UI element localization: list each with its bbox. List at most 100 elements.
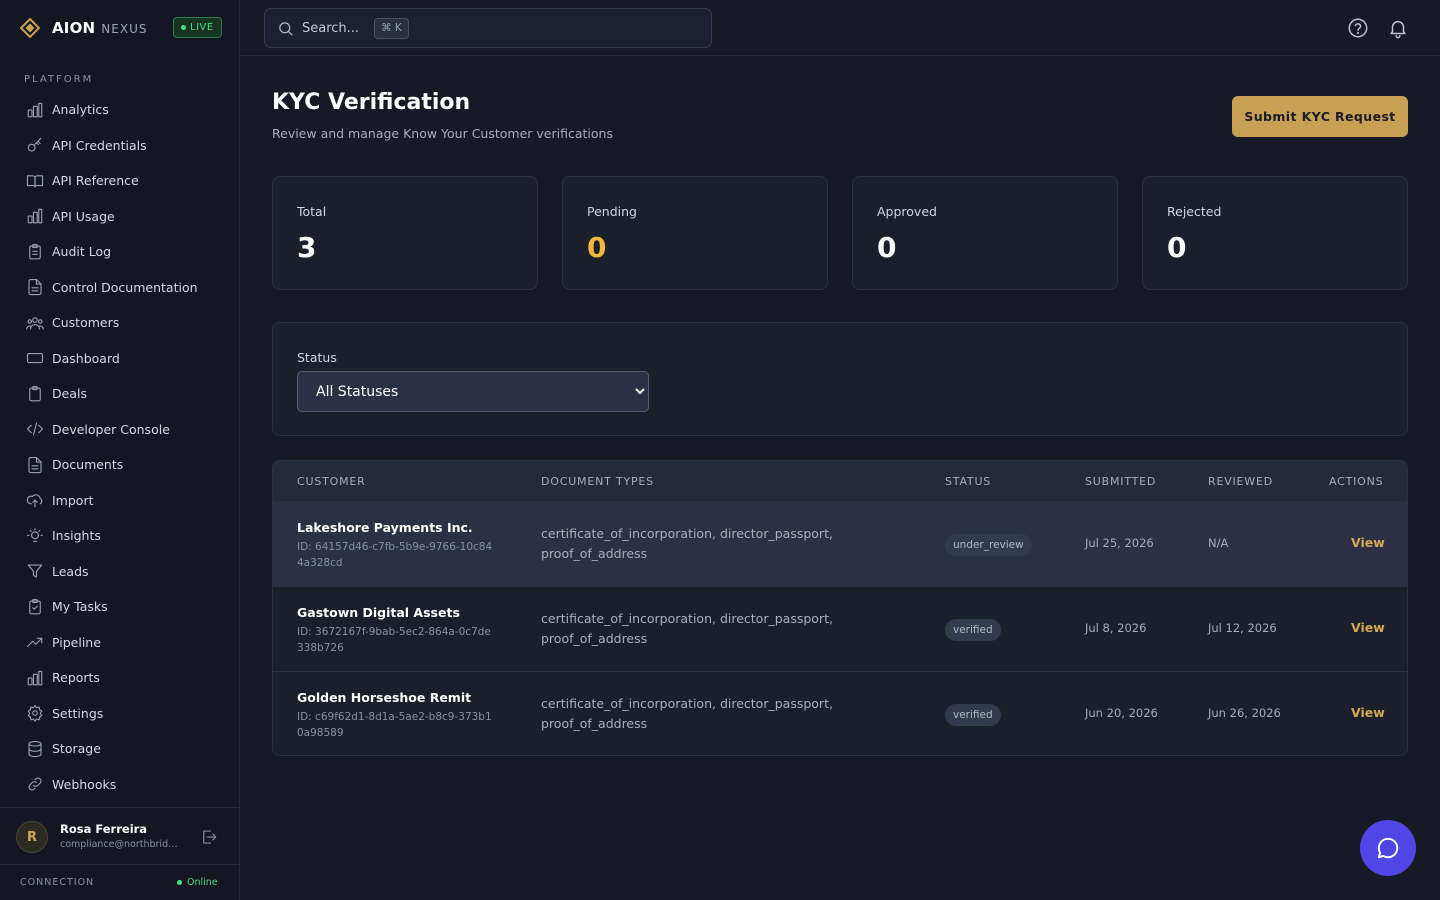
link-icon: [28, 777, 42, 791]
reviewed-date: Jul 12, 2026: [1208, 621, 1277, 635]
stat-card-rejected: Rejected 0: [1142, 176, 1408, 290]
column-header-actions: ACTIONS: [1329, 475, 1384, 488]
kyc-table: CUSTOMER DOCUMENT TYPES STATUS SUBMITTED…: [272, 460, 1408, 756]
sidebar-item-webhooks[interactable]: Webhooks: [16, 767, 224, 803]
stat-label: Pending: [587, 204, 637, 219]
status-dot-icon: [177, 880, 182, 885]
avatar[interactable]: R: [16, 821, 48, 853]
sidebar-item-dashboard[interactable]: Dashboard: [16, 341, 224, 377]
connection-status: Online: [177, 877, 218, 888]
clipboard-list-icon: [29, 243, 41, 260]
stat-card-total: Total 3: [272, 176, 538, 290]
sidebar-item-pipeline[interactable]: Pipeline: [16, 625, 224, 661]
search-icon: [279, 21, 293, 36]
view-link[interactable]: View: [1351, 705, 1385, 720]
live-dot-icon: [181, 25, 186, 30]
customer-id: ID: 64157d46-c7fb-5b9e-9766-10c844a328cd: [297, 541, 493, 569]
file-text-icon: [28, 456, 42, 473]
sidebar-item-api-reference[interactable]: API Reference: [16, 163, 224, 199]
bar-chart-icon: [27, 102, 43, 118]
chat-button[interactable]: [1360, 820, 1416, 876]
stat-label: Total: [297, 204, 327, 219]
search-input[interactable]: Search... ⌘ K: [264, 8, 712, 48]
sidebar-item-settings[interactable]: Settings: [16, 696, 224, 732]
sidebar-item-label: Storage: [52, 741, 101, 757]
chat-bubble-icon: [1377, 837, 1399, 859]
trending-up-icon: [26, 637, 43, 648]
customer-name: Lakeshore Payments Inc.: [297, 520, 473, 535]
sidebar-item-deals[interactable]: Deals: [16, 376, 224, 412]
table-row[interactable]: Lakeshore Payments Inc. ID: 64157d46-c7f…: [273, 502, 1407, 587]
brand[interactable]: AION NEXUS LIVE: [20, 16, 222, 40]
sidebar-item-reports[interactable]: Reports: [16, 660, 224, 696]
status-filter-label: Status: [297, 350, 337, 365]
submit-kyc-request-button[interactable]: Submit KYC Request: [1232, 96, 1408, 137]
sidebar-item-leads[interactable]: Leads: [16, 554, 224, 590]
sidebar-item-import[interactable]: Import: [16, 483, 224, 519]
bar-chart-icon: [27, 670, 43, 686]
sidebar-item-control-documentation[interactable]: Control Documentation: [16, 270, 224, 306]
filter-card: Status All Statuses: [272, 322, 1408, 436]
lightbulb-icon: [26, 527, 44, 542]
help-icon[interactable]: [1347, 17, 1369, 39]
sidebar-item-label: Dashboard: [52, 350, 120, 366]
top-bar: Search... ⌘ K: [240, 0, 1440, 56]
sidebar-item-label: API Credentials: [52, 137, 147, 153]
live-badge: LIVE: [173, 17, 222, 38]
sidebar-item-label: Documents: [52, 457, 124, 473]
view-link[interactable]: View: [1351, 535, 1385, 550]
sidebar-item-label: Webhooks: [52, 776, 117, 792]
stat-label: Rejected: [1167, 204, 1222, 219]
stat-value: 0: [587, 231, 607, 264]
search-shortcut: ⌘ K: [374, 17, 409, 39]
upload-cloud-icon: [26, 494, 43, 508]
key-icon: [27, 137, 42, 152]
book-open-icon: [26, 174, 44, 188]
filter-icon: [27, 564, 43, 578]
table-row[interactable]: Gastown Digital Assets ID: 3672167f-9bab…: [273, 587, 1407, 672]
sidebar-item-analytics[interactable]: Analytics: [16, 92, 224, 128]
customer-id: ID: c69f62d1-8d1a-5ae2-b8c9-373b10a98589: [297, 711, 492, 739]
clipboard-check-icon: [29, 598, 41, 615]
users-icon: [26, 316, 44, 330]
sidebar-item-api-credentials[interactable]: API Credentials: [16, 128, 224, 164]
sidebar-item-label: Leads: [52, 563, 89, 579]
user-profile: R Rosa Ferreira compliance@northbridg...: [0, 807, 239, 865]
sidebar-item-label: Settings: [52, 705, 104, 721]
user-email: compliance@northbridg...: [60, 839, 182, 850]
sidebar-item-api-usage[interactable]: API Usage: [16, 199, 224, 235]
sidebar-item-label: API Usage: [52, 208, 115, 224]
sidebar-item-my-tasks[interactable]: My Tasks: [16, 589, 224, 625]
database-icon: [28, 740, 42, 757]
column-header-reviewed: REVIEWED: [1208, 475, 1274, 488]
reviewed-date: N/A: [1208, 536, 1229, 550]
status-filter-select[interactable]: All Statuses: [297, 371, 649, 412]
logout-icon[interactable]: [200, 828, 218, 846]
sidebar-item-label: Developer Console: [52, 421, 170, 437]
view-link[interactable]: View: [1351, 620, 1385, 635]
connection-label: CONNECTION: [20, 877, 95, 888]
customer-id: ID: 3672167f-9bab-5ec2-864a-0c7de338b726: [297, 626, 491, 654]
sidebar-item-label: Pipeline: [52, 634, 101, 650]
sidebar-item-label: Control Documentation: [52, 279, 198, 295]
code-icon: [26, 422, 44, 436]
sidebar-item-label: API Reference: [52, 173, 139, 189]
clipboard-icon: [29, 385, 41, 402]
bell-icon[interactable]: [1387, 17, 1409, 39]
sidebar-item-label: Deals: [52, 386, 87, 402]
submitted-date: Jun 20, 2026: [1085, 706, 1158, 720]
stat-value: 0: [1167, 231, 1187, 264]
column-header-submitted: SUBMITTED: [1085, 475, 1157, 488]
user-name: Rosa Ferreira: [60, 822, 148, 836]
table-row[interactable]: Golden Horseshoe Remit ID: c69f62d1-8d1a…: [273, 672, 1407, 755]
stat-value: 3: [297, 231, 317, 264]
sidebar-item-audit-log[interactable]: Audit Log: [16, 234, 224, 270]
sidebar-item-documents[interactable]: Documents: [16, 447, 224, 483]
sidebar-item-customers[interactable]: Customers: [16, 305, 224, 341]
sidebar-item-insights[interactable]: Insights: [16, 518, 224, 554]
sidebar-item-developer-console[interactable]: Developer Console: [16, 412, 224, 448]
column-header-customer: CUSTOMER: [297, 475, 366, 488]
sidebar-item-label: Audit Log: [52, 244, 112, 260]
sidebar-item-storage[interactable]: Storage: [16, 731, 224, 767]
sidebar-item-label: Analytics: [52, 102, 109, 118]
